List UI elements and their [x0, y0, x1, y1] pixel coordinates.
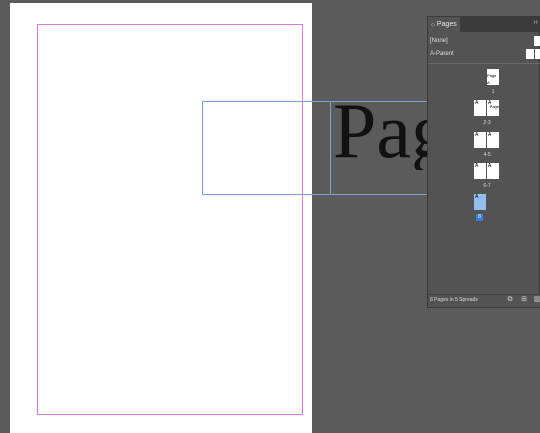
panel-header: ◇ Pages ››: [428, 17, 540, 32]
page-parent-letter: A: [475, 194, 479, 200]
tab-pages[interactable]: ◇ Pages: [428, 17, 460, 32]
pages-panel[interactable]: ◇ Pages ›› [None] A-Parent Page A 1 A A P…: [427, 16, 540, 308]
parent-item-a[interactable]: A-Parent: [428, 47, 540, 61]
page-tag: Page: [489, 104, 499, 109]
spread-label-2-3: 2-3: [483, 120, 491, 126]
spread-label-1: 1: [491, 89, 495, 95]
page-parent-letter: A: [488, 163, 492, 169]
page-thumbnail-5[interactable]: A: [487, 132, 499, 148]
spread-label-6-7: 6-7: [483, 183, 491, 189]
tab-diamond-icon: ◇: [431, 22, 435, 28]
panel-footer: 8 Pages in 5 Spreads ⧉ ⊞ ▥: [428, 294, 540, 307]
parent-item-none[interactable]: [None]: [428, 34, 540, 48]
edit-page-size-icon[interactable]: ⧉: [506, 296, 514, 304]
page-thumbnail-1[interactable]: Page A: [487, 69, 499, 85]
delete-page-icon[interactable]: ▥: [533, 296, 540, 304]
parent-thumbnail-right[interactable]: [535, 49, 540, 59]
page-thumbnail-8[interactable]: A: [474, 194, 486, 210]
panel-divider: [428, 63, 540, 64]
parent-thumbnail[interactable]: [534, 36, 540, 46]
collapse-panel-button[interactable]: ››: [533, 19, 538, 26]
page-parent-letter: A: [475, 132, 479, 138]
tab-pages-label: Pages: [436, 21, 457, 28]
empty-text-frame[interactable]: [202, 101, 331, 195]
page-parent-letter: A: [475, 163, 479, 169]
document-page[interactable]: [10, 3, 312, 433]
parent-item-label: A-Parent: [430, 51, 454, 57]
margin-guide: [37, 24, 303, 415]
page-parent-letter: A: [475, 100, 479, 106]
page-thumbnail-4[interactable]: A: [474, 132, 486, 148]
parent-thumbnail-left[interactable]: [526, 49, 534, 59]
new-page-icon[interactable]: ⊞: [520, 296, 528, 304]
page-tag: Page A: [487, 73, 497, 85]
page-thumbnail-3[interactable]: A Page: [487, 100, 499, 116]
page-parent-letter: A: [488, 132, 492, 138]
spread-label-4-5: 4-5: [483, 152, 491, 158]
spread-label-8: 8: [476, 214, 483, 221]
frame-text: Page: [333, 92, 430, 170]
page-count-status: 8 Pages in 5 Spreads: [430, 297, 478, 303]
parent-item-label: [None]: [430, 38, 448, 44]
page-thumbnail-6[interactable]: A: [474, 163, 486, 179]
page-thumbnail-7[interactable]: A: [487, 163, 499, 179]
page-thumbnail-2[interactable]: A: [474, 100, 486, 116]
